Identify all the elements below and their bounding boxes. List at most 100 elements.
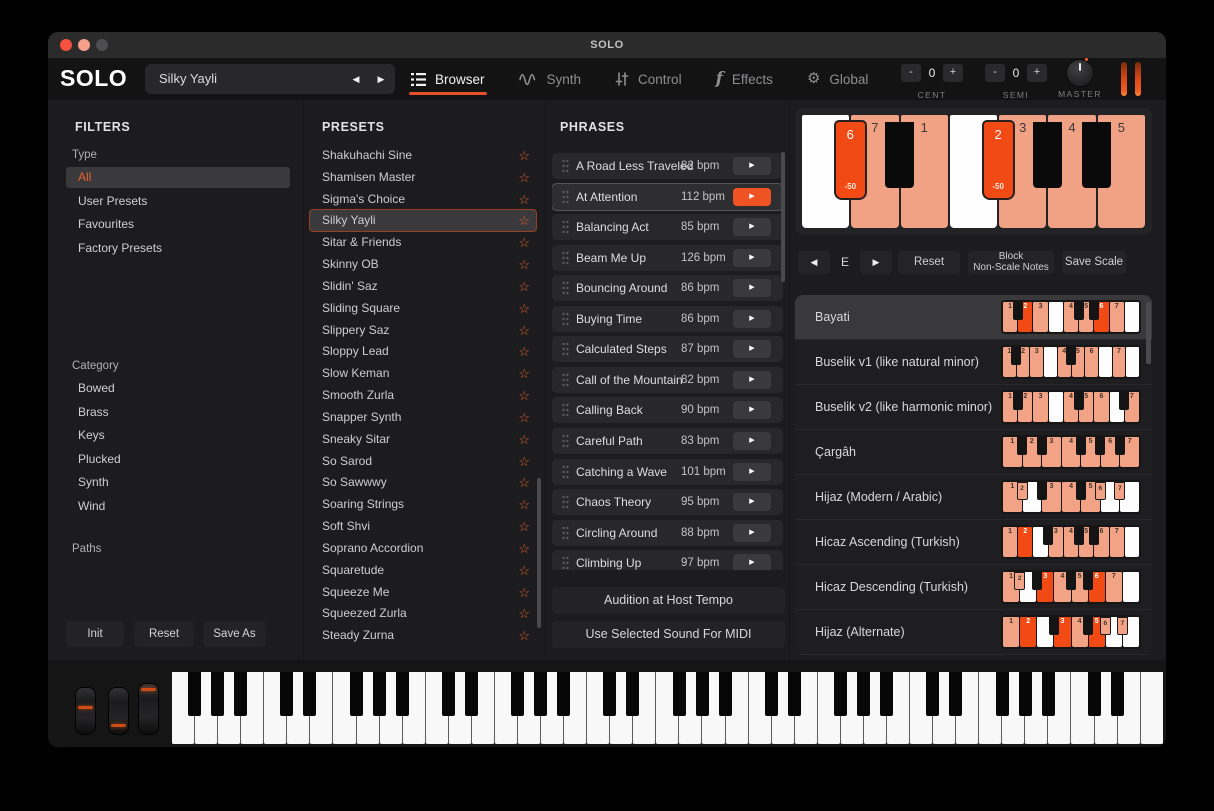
drag-handle-icon[interactable] — [562, 556, 569, 570]
drag-handle-icon[interactable] — [562, 465, 569, 484]
drag-handle-icon[interactable] — [562, 403, 569, 422]
favorite-star-icon[interactable]: ☆ — [518, 232, 530, 253]
phrase-play-button[interactable]: ▶ — [733, 371, 771, 389]
preset-row[interactable]: Shamisen Master☆ — [310, 167, 536, 188]
phrase-play-button[interactable]: ▶ — [733, 218, 771, 236]
piano-key-black[interactable] — [1088, 672, 1101, 716]
favorite-star-icon[interactable]: ☆ — [518, 451, 530, 472]
tab-synth[interactable]: Synth — [519, 72, 582, 87]
preset-row[interactable]: Skinny OB☆ — [310, 254, 536, 275]
piano-key-black[interactable] — [534, 672, 547, 716]
expression-wheel[interactable] — [138, 683, 159, 735]
piano-key-white[interactable] — [1141, 672, 1163, 744]
filter-type-favourites[interactable]: Favourites — [66, 214, 290, 235]
scale-key-raised[interactable]: 6-50 — [836, 122, 865, 198]
filter-category-keys[interactable]: Keys — [66, 425, 290, 446]
init-button[interactable]: Init — [66, 621, 124, 647]
drag-handle-icon[interactable] — [562, 526, 569, 545]
favorite-star-icon[interactable]: ☆ — [518, 582, 530, 603]
scale-row[interactable]: Hijaz (Modern / Arabic)1345267 — [795, 475, 1152, 520]
scale-reset-button[interactable]: Reset — [898, 251, 960, 274]
favorite-star-icon[interactable]: ☆ — [518, 254, 530, 275]
semi-minus-button[interactable]: - — [985, 64, 1005, 82]
phrase-play-button[interactable]: ▶ — [733, 554, 771, 570]
scale-row[interactable]: Hijaz (Alternate)1234567 — [795, 610, 1152, 655]
presets-scrollbar[interactable] — [537, 478, 541, 628]
piano-key-black[interactable] — [626, 672, 639, 716]
piano-key-black[interactable] — [350, 672, 363, 716]
phrase-play-button[interactable]: ▶ — [733, 188, 771, 206]
favorite-star-icon[interactable]: ☆ — [518, 320, 530, 341]
scale-row[interactable]: Bayati1234567 — [795, 295, 1152, 340]
favorite-star-icon[interactable]: ☆ — [518, 298, 530, 319]
favorite-star-icon[interactable]: ☆ — [518, 276, 530, 297]
piano-key-black[interactable] — [303, 672, 316, 716]
save-as-button[interactable]: Save As — [203, 621, 266, 647]
phrase-play-button[interactable]: ▶ — [733, 493, 771, 511]
scale-key-raised[interactable] — [885, 122, 914, 188]
phrase-play-button[interactable]: ▶ — [733, 249, 771, 267]
preset-row[interactable]: Sitar & Friends☆ — [310, 232, 536, 253]
drag-handle-icon[interactable] — [562, 251, 569, 270]
favorite-star-icon[interactable]: ☆ — [518, 472, 530, 493]
tab-global[interactable]: ⚙Global — [807, 71, 868, 87]
scale-row[interactable]: Buselik v2 (like harmonic minor)1234567 — [795, 385, 1152, 430]
phrase-card[interactable]: Beam Me Up126 bpm▶ — [552, 245, 783, 271]
piano-key-black[interactable] — [857, 672, 870, 716]
preset-row[interactable]: So Sarod☆ — [310, 451, 536, 472]
filter-category-wind[interactable]: Wind — [66, 496, 290, 517]
favorite-star-icon[interactable]: ☆ — [518, 145, 530, 166]
preset-row[interactable]: Shakuhachi Sine☆ — [310, 145, 536, 166]
drag-handle-icon[interactable] — [562, 373, 569, 392]
audition-host-tempo-button[interactable]: Audition at Host Tempo — [552, 587, 785, 614]
tab-browser[interactable]: Browser — [411, 72, 485, 87]
drag-handle-icon[interactable] — [562, 159, 569, 178]
piano-key-black[interactable] — [834, 672, 847, 716]
cent-minus-button[interactable]: - — [901, 64, 921, 82]
favorite-star-icon[interactable]: ☆ — [518, 341, 530, 362]
filter-category-synth[interactable]: Synth — [66, 472, 290, 493]
favorite-star-icon[interactable]: ☆ — [518, 167, 530, 188]
block-non-scale-notes-button[interactable]: BlockNon-Scale Notes — [968, 251, 1054, 274]
phrase-card[interactable]: Careful Path83 bpm▶ — [552, 428, 783, 454]
piano-key-black[interactable] — [442, 672, 455, 716]
preset-row[interactable]: Soft Shvi☆ — [310, 516, 536, 537]
scale-row[interactable]: Çargâh1234567 — [795, 430, 1152, 475]
drag-handle-icon[interactable] — [562, 434, 569, 453]
favorite-star-icon[interactable]: ☆ — [518, 407, 530, 428]
favorite-star-icon[interactable]: ☆ — [518, 625, 530, 646]
filter-type-all[interactable]: All — [66, 167, 290, 188]
favorite-star-icon[interactable]: ☆ — [518, 363, 530, 384]
preset-row[interactable]: Slow Keman☆ — [310, 363, 536, 384]
piano-key-black[interactable] — [603, 672, 616, 716]
scales-scrollbar[interactable] — [1146, 302, 1151, 364]
scale-row[interactable]: Hicaz Ascending (Turkish)1234567 — [795, 520, 1152, 565]
piano-key-black[interactable] — [788, 672, 801, 716]
preset-row[interactable]: Steady Zurna☆ — [310, 625, 536, 646]
preset-row[interactable]: So Sawwwy☆ — [310, 472, 536, 493]
piano-key-black[interactable] — [396, 672, 409, 716]
filter-category-plucked[interactable]: Plucked — [66, 449, 290, 470]
phrase-card[interactable]: Balancing Act85 bpm▶ — [552, 214, 783, 240]
phrase-play-button[interactable]: ▶ — [733, 340, 771, 358]
filter-type-factory-presets[interactable]: Factory Presets — [66, 238, 290, 259]
favorite-star-icon[interactable]: ☆ — [518, 516, 530, 537]
phrase-card[interactable]: Call of the Mountain82 bpm▶ — [552, 367, 783, 393]
preset-row[interactable]: Smooth Zurla☆ — [310, 385, 536, 406]
phrases-scrollbar[interactable] — [781, 152, 785, 282]
drag-handle-icon[interactable] — [562, 220, 569, 239]
piano-key-black[interactable] — [511, 672, 524, 716]
phrase-play-button[interactable]: ▶ — [733, 279, 771, 297]
preset-display[interactable]: Silky Yayli ◀ ▶ — [145, 64, 395, 94]
piano-key-black[interactable] — [373, 672, 386, 716]
scale-key-raised[interactable] — [1082, 122, 1111, 188]
phrase-play-button[interactable]: ▶ — [733, 401, 771, 419]
favorite-star-icon[interactable]: ☆ — [518, 429, 530, 450]
piano-key-black[interactable] — [1019, 672, 1032, 716]
favorite-star-icon[interactable]: ☆ — [518, 385, 530, 406]
drag-handle-icon[interactable] — [562, 190, 569, 209]
drag-handle-icon[interactable] — [562, 312, 569, 331]
semi-plus-button[interactable]: + — [1027, 64, 1047, 82]
drag-handle-icon[interactable] — [562, 495, 569, 514]
pitch-wheel[interactable] — [75, 687, 96, 735]
